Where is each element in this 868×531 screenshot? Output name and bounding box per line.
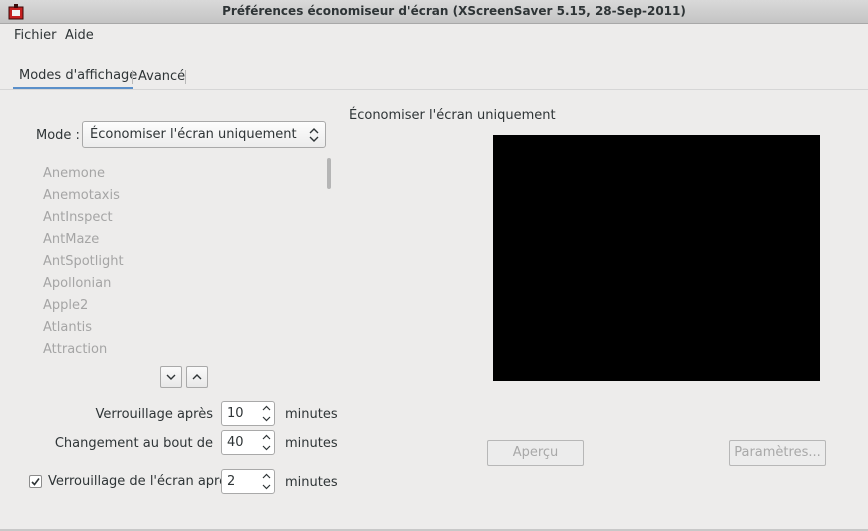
screensaver-list[interactable]: Anemone Anemotaxis AntInspect AntMaze An…: [36, 160, 326, 360]
lock-after-unit: minutes: [285, 407, 338, 422]
list-item[interactable]: Anemone: [43, 166, 105, 181]
mode-label: Mode :: [36, 128, 80, 143]
mode-select-value: Économiser l'écran uniquement: [90, 127, 297, 142]
chevron-up-icon: [192, 374, 202, 380]
lock-screen-checkbox[interactable]: [29, 475, 42, 488]
tab-separator: [185, 70, 186, 84]
move-up-button[interactable]: [186, 366, 208, 388]
active-tab-indicator: [13, 87, 133, 89]
tab-advanced[interactable]: Avancé: [138, 69, 185, 84]
tab-display-modes[interactable]: Modes d'affichage: [19, 68, 137, 83]
cycle-after-label: Changement au bout de: [54, 436, 213, 451]
menu-help[interactable]: Aide: [65, 28, 94, 43]
tabs-divider: [0, 89, 868, 90]
preview-title: Économiser l'écran uniquement: [349, 108, 556, 123]
list-item[interactable]: Attraction: [43, 342, 107, 357]
cycle-after-value: 40: [227, 435, 244, 450]
menu-bar: Fichier Aide: [0, 24, 868, 48]
lock-screen-label[interactable]: Verrouillage de l'écran après: [48, 474, 234, 489]
lock-after-stepper[interactable]: 10: [221, 401, 275, 426]
stepper-up-icon[interactable]: [262, 433, 271, 442]
list-item[interactable]: AntSpotlight: [43, 254, 124, 269]
move-down-button[interactable]: [160, 366, 182, 388]
menu-file[interactable]: Fichier: [14, 28, 57, 43]
updown-arrows-icon: [309, 128, 319, 142]
cycle-after-stepper[interactable]: 40: [221, 430, 275, 455]
settings-button[interactable]: Paramètres...: [729, 440, 826, 466]
list-item[interactable]: Apollonian: [43, 276, 111, 291]
stepper-down-icon[interactable]: [262, 443, 271, 452]
preview-area: [493, 135, 820, 381]
list-scrollbar[interactable]: [327, 158, 331, 189]
list-item[interactable]: Apple2: [43, 298, 88, 313]
stepper-up-icon[interactable]: [262, 404, 271, 413]
cycle-after-unit: minutes: [285, 436, 338, 451]
mode-select[interactable]: Économiser l'écran uniquement: [82, 121, 326, 148]
stepper-down-icon[interactable]: [262, 414, 271, 423]
checkmark-icon: [31, 478, 40, 486]
list-item[interactable]: AntMaze: [43, 232, 99, 247]
stepper-down-icon[interactable]: [262, 482, 271, 491]
lock-after-label: Verrouillage après: [95, 407, 213, 422]
lock-after-value: 10: [227, 406, 244, 421]
list-item[interactable]: AntInspect: [43, 210, 113, 225]
lock-screen-value: 2: [227, 474, 236, 489]
preview-button[interactable]: Aperçu: [487, 440, 584, 466]
lock-screen-stepper[interactable]: 2: [221, 469, 275, 494]
tab-separator: [132, 70, 133, 84]
title-bar: Préférences économiseur d'écran (XScreen…: [0, 0, 868, 24]
window-title: Préférences économiseur d'écran (XScreen…: [222, 4, 686, 18]
list-item[interactable]: Atlantis: [43, 320, 92, 335]
stepper-up-icon[interactable]: [262, 472, 271, 481]
chevron-down-icon: [166, 374, 176, 380]
lock-screen-unit: minutes: [285, 475, 338, 490]
list-item[interactable]: Anemotaxis: [43, 188, 120, 203]
